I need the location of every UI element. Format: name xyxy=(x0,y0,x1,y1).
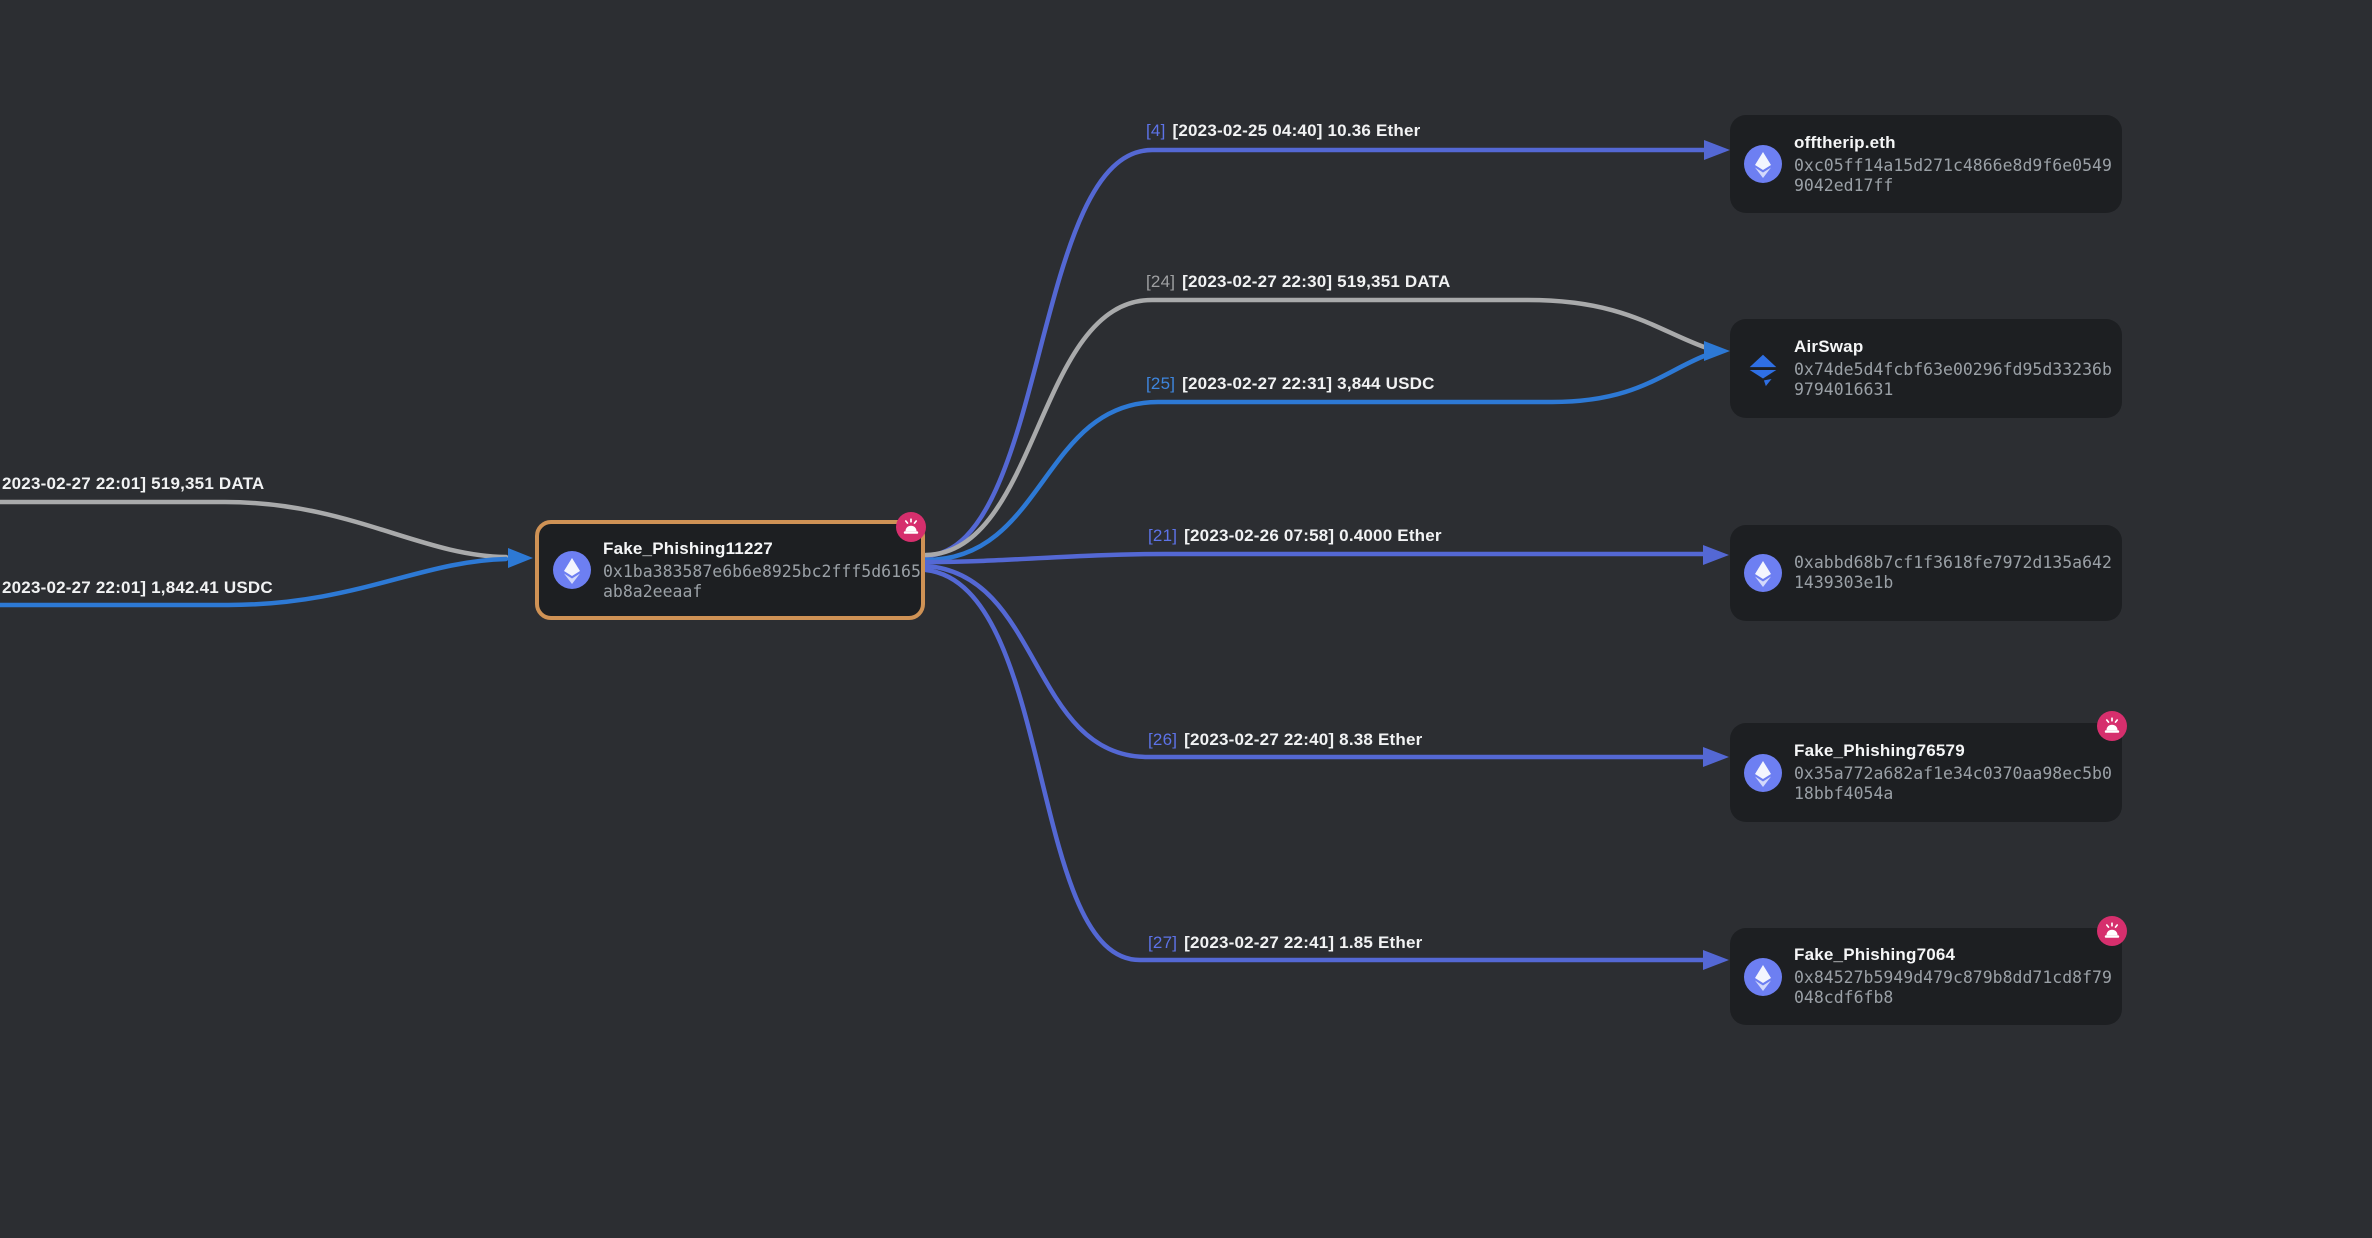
edge-label-25[interactable]: [25] [2023-02-27 22:31] 3,844 USDC xyxy=(1146,374,1435,394)
edge-index: [25] xyxy=(1146,374,1175,393)
edge-label-text: [2023-02-26 07:58] 0.4000 Ether xyxy=(1184,526,1442,545)
arrowhead-offtherip xyxy=(1704,140,1730,160)
arrowhead-airswap xyxy=(1704,341,1730,361)
edge-label-27[interactable]: [27] [2023-02-27 22:41] 1.85 Ether xyxy=(1148,933,1422,953)
alert-siren-icon[interactable] xyxy=(2097,916,2127,946)
arrowhead-p76579 xyxy=(1703,747,1729,767)
node-title: offtherip.eth xyxy=(1794,133,2116,153)
edge-label-text: [2023-02-27 22:30] 519,351 DATA xyxy=(1182,272,1450,291)
node-title: AirSwap xyxy=(1794,337,2116,357)
edge-4-ether[interactable] xyxy=(926,150,1706,556)
node-0xabbd68b7[interactable]: 0xabbd68b7cf1f3618fe7972d135a6421439303e… xyxy=(1730,525,2122,621)
edge-in-data[interactable] xyxy=(0,502,506,557)
node-title: Fake_Phishing11227 xyxy=(603,539,925,559)
node-title: Fake_Phishing76579 xyxy=(1794,741,2116,761)
edge-label-text: [2023-02-27 22:40] 8.38 Ether xyxy=(1184,730,1422,749)
edge-label-in-usdc[interactable]: 2023-02-27 22:01] 1,842.41 USDC xyxy=(2,578,273,598)
ethereum-icon xyxy=(553,551,591,589)
edge-label-in-data[interactable]: 2023-02-27 22:01] 519,351 DATA xyxy=(2,474,264,494)
ethereum-icon xyxy=(1744,554,1782,592)
edge-label-4[interactable]: [4] [2023-02-25 04:40] 10.36 Ether xyxy=(1146,121,1420,141)
ethereum-icon xyxy=(1744,958,1782,996)
edge-27-ether[interactable] xyxy=(926,570,1705,960)
node-title: Fake_Phishing7064 xyxy=(1794,945,2116,965)
edge-index: [4] xyxy=(1146,121,1166,140)
alert-siren-icon[interactable] xyxy=(2097,711,2127,741)
edge-index: [24] xyxy=(1146,272,1175,291)
arrowhead-into-center xyxy=(508,548,533,568)
edge-label-text: 2023-02-27 22:01] 1,842.41 USDC xyxy=(2,578,273,597)
arrowhead-p7064 xyxy=(1703,950,1729,970)
edge-label-text: [2023-02-27 22:41] 1.85 Ether xyxy=(1184,933,1422,952)
node-address: 0x84527b5949d479c879b8dd71cd8f79048cdf6f… xyxy=(1794,968,2116,1008)
node-airswap[interactable]: AirSwap 0x74de5d4fcbf63e00296fd95d33236b… xyxy=(1730,319,2122,418)
edge-label-24[interactable]: [24] [2023-02-27 22:30] 519,351 DATA xyxy=(1146,272,1450,292)
node-offtherip-eth[interactable]: offtherip.eth 0xc05ff14a15d271c4866e8d9f… xyxy=(1730,115,2122,213)
edge-label-text: [2023-02-27 22:31] 3,844 USDC xyxy=(1182,374,1434,393)
node-address: 0x35a772a682af1e34c0370aa98ec5b018bbf405… xyxy=(1794,764,2116,804)
node-address: 0xabbd68b7cf1f3618fe7972d135a6421439303e… xyxy=(1794,553,2116,593)
graph-canvas[interactable]: 2023-02-27 22:01] 519,351 DATA 2023-02-2… xyxy=(0,0,2372,1238)
node-fake-phishing7064[interactable]: Fake_Phishing7064 0x84527b5949d479c879b8… xyxy=(1730,928,2122,1025)
edge-21-ether[interactable] xyxy=(926,554,1705,562)
edge-label-21[interactable]: [21] [2023-02-26 07:58] 0.4000 Ether xyxy=(1148,526,1442,546)
edge-index: [26] xyxy=(1148,730,1177,749)
arrowhead-abbd xyxy=(1703,545,1729,565)
edge-label-text: 2023-02-27 22:01] 519,351 DATA xyxy=(2,474,264,493)
edge-26-ether[interactable] xyxy=(926,566,1705,757)
ethereum-icon xyxy=(1744,754,1782,792)
airswap-icon xyxy=(1744,350,1782,388)
edge-label-26[interactable]: [26] [2023-02-27 22:40] 8.38 Ether xyxy=(1148,730,1422,750)
edge-index: [27] xyxy=(1148,933,1177,952)
node-fake-phishing11227[interactable]: Fake_Phishing11227 0x1ba383587e6b6e8925b… xyxy=(535,520,925,620)
node-fake-phishing76579[interactable]: Fake_Phishing76579 0x35a772a682af1e34c03… xyxy=(1730,723,2122,822)
edge-label-text: [2023-02-25 04:40] 10.36 Ether xyxy=(1173,121,1421,140)
alert-siren-icon[interactable] xyxy=(896,512,926,542)
node-address: 0x74de5d4fcbf63e00296fd95d33236b97940166… xyxy=(1794,360,2116,400)
ethereum-icon xyxy=(1744,145,1782,183)
edge-index: [21] xyxy=(1148,526,1177,545)
node-address: 0x1ba383587e6b6e8925bc2fff5d6165ab8a2eea… xyxy=(603,562,925,602)
node-address: 0xc05ff14a15d271c4866e8d9f6e05499042ed17… xyxy=(1794,156,2116,196)
